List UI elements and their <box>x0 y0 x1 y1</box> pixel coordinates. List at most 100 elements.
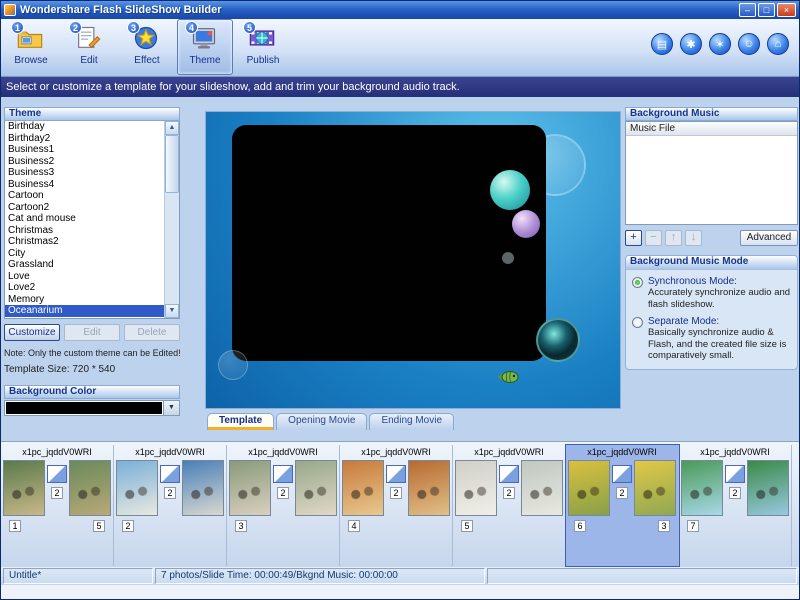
theme-panel-header: Theme <box>4 107 180 121</box>
support-icon[interactable]: ☺ <box>738 33 760 55</box>
app-window: Wondershare Flash SlideShow Builder – □ … <box>0 0 800 600</box>
photo-thumb[interactable] <box>295 460 337 516</box>
photo-thumb[interactable] <box>116 460 158 516</box>
step-edit[interactable]: 2 Edit <box>61 19 117 75</box>
bubble-decoration <box>218 350 248 380</box>
photo-thumb[interactable] <box>182 460 224 516</box>
website-icon[interactable]: ⌂ <box>767 33 789 55</box>
theme-item[interactable]: Party <box>5 317 164 320</box>
transition-count-badge: 2 <box>729 487 741 499</box>
photo-thumb[interactable] <box>455 460 497 516</box>
transition-icon[interactable] <box>499 465 519 483</box>
background-color-header: Background Color <box>4 385 180 399</box>
step-browse[interactable]: 1 Browse <box>3 19 59 75</box>
theme-item[interactable]: Oceanarium <box>5 305 164 317</box>
theme-item[interactable]: City <box>5 248 164 260</box>
remove-music-button: − <box>645 230 662 246</box>
filmstrip-cell[interactable]: x1pc_jqddV0WRI22 <box>114 445 227 566</box>
add-music-button[interactable]: + <box>625 230 642 246</box>
photo-thumb[interactable] <box>342 460 384 516</box>
tab-opening-movie[interactable]: Opening Movie <box>276 413 367 430</box>
step-effect[interactable]: 3 Effect <box>119 19 175 75</box>
filmstrip-cell[interactable]: x1pc_jqddV0WRI25 <box>453 445 566 566</box>
photo-thumb[interactable] <box>69 460 111 516</box>
theme-item[interactable]: Grassland <box>5 259 164 271</box>
customize-button[interactable]: Customize <box>4 324 60 341</box>
transition-icon[interactable] <box>612 465 632 483</box>
photo-thumb[interactable] <box>634 460 676 516</box>
theme-item[interactable]: Christmas <box>5 225 164 237</box>
theme-item[interactable]: Cartoon <box>5 190 164 202</box>
bottom-filler <box>1 585 799 600</box>
transition-icon[interactable] <box>160 465 180 483</box>
transition-icon[interactable] <box>725 465 745 483</box>
tab-template[interactable]: Template <box>207 413 274 430</box>
music-file-list[interactable]: Music File <box>625 121 798 225</box>
background-color-select[interactable]: ▼ <box>4 400 180 416</box>
advanced-button[interactable]: Advanced <box>740 230 798 246</box>
theme-item[interactable]: Cat and mouse <box>5 213 164 225</box>
synchronous-mode-radio[interactable] <box>632 277 643 288</box>
maximize-button[interactable]: □ <box>758 3 775 17</box>
background-music-panel: Background Music Music File + − ↑ ↓ Adva… <box>625 107 798 370</box>
photo-thumb[interactable] <box>229 460 271 516</box>
theme-item[interactable]: Christmas2 <box>5 236 164 248</box>
scrollbar-thumb[interactable] <box>165 135 179 193</box>
theme-item[interactable]: Business3 <box>5 167 164 179</box>
bubble-decoration <box>502 252 514 264</box>
fish-icon <box>494 368 522 391</box>
filmstrip-cell[interactable]: x1pc_jqddV0WRI27 <box>679 445 792 566</box>
template-preview <box>205 111 621 409</box>
minimize-button[interactable]: – <box>739 3 756 17</box>
music-file-column-header: Music File <box>626 122 797 136</box>
transition-icon[interactable] <box>273 465 293 483</box>
theme-item[interactable]: Business2 <box>5 156 164 168</box>
separate-mode-radio[interactable] <box>632 317 643 328</box>
transition-icon[interactable] <box>47 465 67 483</box>
scroll-up-icon[interactable]: ▲ <box>165 121 179 135</box>
window-title: Wondershare Flash SlideShow Builder <box>20 4 739 16</box>
filmstrip-cell[interactable]: x1pc_jqddV0WRI24 <box>340 445 453 566</box>
filmstrip-cell[interactable]: x1pc_jqddV0WRI263 <box>566 445 679 566</box>
clip-title: x1pc_jqddV0WRI <box>568 447 676 459</box>
key-icon[interactable]: ✶ <box>709 33 731 55</box>
color-swatch <box>6 402 162 414</box>
app-icon <box>4 4 16 16</box>
step-label: Browse <box>14 55 47 66</box>
slide-number: 1 <box>9 520 21 532</box>
theme-item[interactable]: Memory <box>5 294 164 306</box>
photo-thumb[interactable] <box>3 460 45 516</box>
theme-item[interactable]: Birthday <box>5 121 164 133</box>
save-icon[interactable]: ✱ <box>680 33 702 55</box>
filmstrip-cell[interactable]: x1pc_jqddV0WRI23 <box>227 445 340 566</box>
step-label: Edit <box>80 55 97 66</box>
theme-item[interactable]: Business4 <box>5 179 164 191</box>
theme-list-scrollbar[interactable]: ▲ ▼ <box>164 121 179 318</box>
tab-ending-movie[interactable]: Ending Movie <box>369 413 454 430</box>
preview-tabs: Template Opening Movie Ending Movie <box>207 413 454 430</box>
theme-item[interactable]: Cartoon2 <box>5 202 164 214</box>
theme-item[interactable]: Love2 <box>5 282 164 294</box>
theme-item[interactable]: Birthday2 <box>5 133 164 145</box>
photo-thumb[interactable] <box>747 460 789 516</box>
photo-thumb[interactable] <box>408 460 450 516</box>
theme-list: BirthdayBirthday2Business1Business2Busin… <box>5 121 164 319</box>
filmstrip-cell[interactable]: x1pc_jqddV0WRI215 <box>1 445 114 566</box>
theme-item[interactable]: Business1 <box>5 144 164 156</box>
step-theme[interactable]: 4 Theme <box>177 19 233 75</box>
photo-thumb[interactable] <box>681 460 723 516</box>
chevron-down-icon[interactable]: ▼ <box>163 401 179 415</box>
template-size-label: Template Size: 720 * 540 <box>4 364 180 375</box>
close-button[interactable]: × <box>777 3 796 17</box>
scroll-down-icon[interactable]: ▼ <box>165 304 179 318</box>
register-icon[interactable]: ▤ <box>651 33 673 55</box>
photo-thumb[interactable] <box>568 460 610 516</box>
photo-thumb[interactable] <box>521 460 563 516</box>
bubble-decoration <box>536 318 580 362</box>
theme-item[interactable]: Love <box>5 271 164 283</box>
bubble-decoration <box>490 170 530 210</box>
step-publish[interactable]: 5 Publish <box>235 19 291 75</box>
mode-description: Basically synchronize audio & Flash, and… <box>648 327 791 362</box>
transition-icon[interactable] <box>386 465 406 483</box>
delete-button: Delete <box>124 324 180 341</box>
